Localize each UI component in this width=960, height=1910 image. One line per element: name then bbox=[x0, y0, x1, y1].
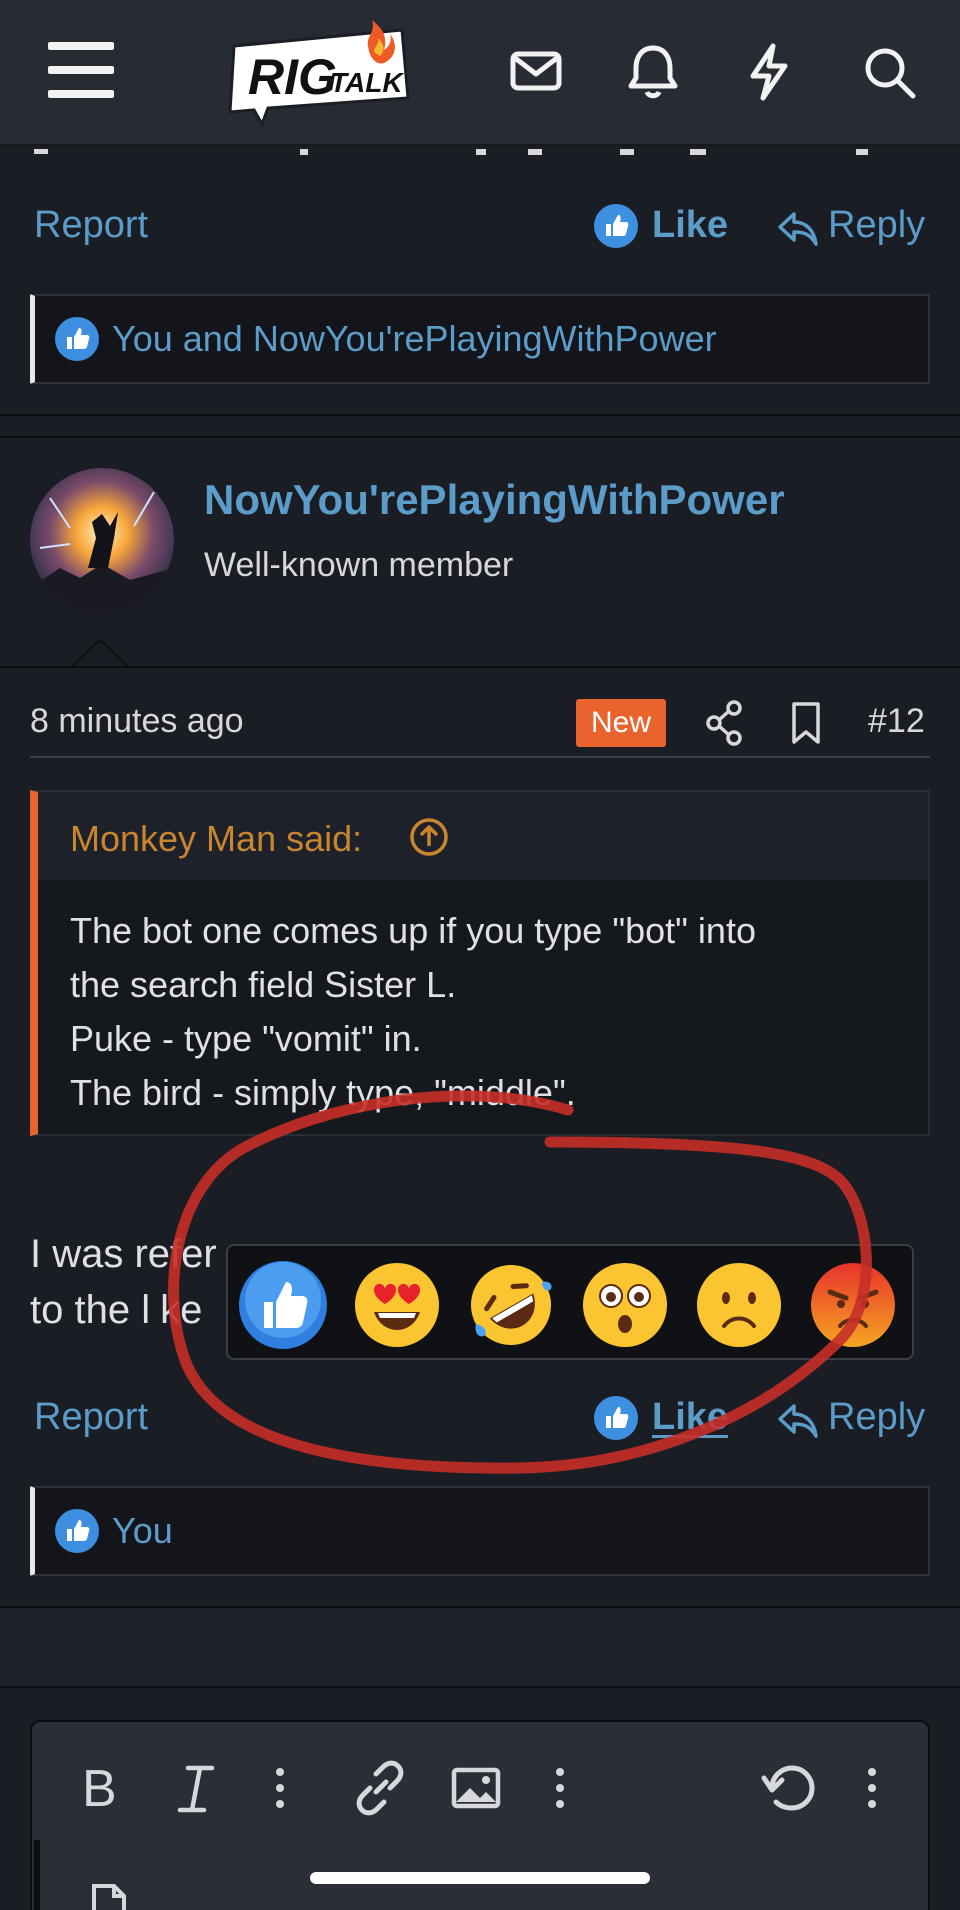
image-icon[interactable] bbox=[446, 1758, 506, 1818]
love-reaction-option[interactable] bbox=[352, 1260, 442, 1350]
post-body: I was refer to the l ke bbox=[30, 1226, 217, 1338]
like-reaction-icon bbox=[55, 1509, 99, 1553]
post-number[interactable]: #12 bbox=[868, 702, 925, 741]
reply-button[interactable]: Reply bbox=[828, 204, 925, 247]
reply-icon bbox=[776, 1398, 820, 1442]
like-button[interactable]: Like bbox=[652, 204, 728, 247]
user-title: Well-known member bbox=[204, 546, 514, 584]
menu-icon[interactable] bbox=[48, 42, 116, 100]
gap-band bbox=[0, 1608, 960, 1686]
post-body-line: I was refer bbox=[30, 1232, 217, 1276]
laugh-reaction-option[interactable] bbox=[466, 1260, 556, 1350]
user-avatar[interactable] bbox=[30, 468, 174, 612]
top-navbar bbox=[0, 0, 960, 146]
like-icon bbox=[594, 204, 638, 248]
bell-icon[interactable] bbox=[621, 40, 685, 104]
report-link[interactable]: Report bbox=[34, 204, 148, 247]
post-body-line: to the l ke bbox=[30, 1282, 217, 1338]
link-icon[interactable] bbox=[350, 1758, 410, 1818]
quote-line: the search field Sister L. bbox=[70, 964, 457, 1005]
lightning-icon[interactable] bbox=[737, 40, 801, 104]
reaction-picker bbox=[226, 1244, 914, 1360]
user-header-divider bbox=[0, 666, 960, 668]
new-badge: New bbox=[576, 699, 666, 747]
logo-main-text: RIG bbox=[248, 49, 337, 105]
like-reaction-icon bbox=[55, 317, 99, 361]
more-icon[interactable] bbox=[250, 1758, 310, 1818]
quote-text: The bot one comes up if you type "bot" i… bbox=[70, 904, 756, 1120]
bold-icon[interactable]: B bbox=[72, 1758, 132, 1818]
search-icon[interactable] bbox=[857, 40, 921, 104]
post-body-fragment: to the l bbox=[30, 1288, 151, 1332]
rigtalk-logo[interactable]: RIG TALK bbox=[220, 16, 416, 128]
post-top-border bbox=[0, 436, 960, 438]
clipped-text-strip bbox=[0, 146, 960, 156]
editor-left-edge bbox=[34, 1840, 40, 1910]
reactions-summary-text[interactable]: You and NowYou'rePlayingWithPower bbox=[112, 318, 717, 360]
quote-line: The bot one comes up if you type "bot" i… bbox=[70, 910, 756, 951]
meta-divider bbox=[30, 756, 930, 758]
quote-line: Puke - type "vomit" in. bbox=[70, 1018, 422, 1059]
svg-text:B: B bbox=[82, 1760, 117, 1818]
logo-sub-text: TALK bbox=[330, 67, 404, 98]
share-icon[interactable] bbox=[702, 698, 746, 748]
reactions-summary-text[interactable]: You bbox=[112, 1510, 173, 1552]
more-icon[interactable] bbox=[842, 1758, 902, 1818]
more-icon[interactable] bbox=[530, 1758, 590, 1818]
wow-reaction-option[interactable] bbox=[580, 1260, 670, 1350]
like-icon bbox=[594, 1396, 638, 1440]
document-icon[interactable] bbox=[88, 1882, 136, 1910]
report-link[interactable]: Report bbox=[34, 1396, 148, 1439]
angry-reaction-option[interactable] bbox=[808, 1260, 898, 1350]
sad-reaction-option[interactable] bbox=[694, 1260, 784, 1350]
post-body-fragment: ke bbox=[160, 1288, 203, 1332]
reply-button[interactable]: Reply bbox=[828, 1396, 925, 1439]
mail-icon[interactable] bbox=[505, 40, 569, 104]
post-divider bbox=[0, 414, 960, 416]
like-reaction-option[interactable] bbox=[238, 1260, 328, 1350]
undo-icon[interactable] bbox=[758, 1758, 818, 1818]
post-timestamp[interactable]: 8 minutes ago bbox=[30, 702, 244, 741]
quote-author[interactable]: Monkey Man said: bbox=[70, 818, 362, 860]
italic-icon[interactable] bbox=[166, 1758, 226, 1818]
like-button[interactable]: Like bbox=[652, 1396, 728, 1439]
bookmark-icon[interactable] bbox=[784, 698, 828, 748]
reply-icon bbox=[776, 206, 820, 250]
post-username[interactable]: NowYou'rePlayingWithPower bbox=[204, 476, 785, 524]
jump-to-quote-icon[interactable] bbox=[408, 816, 450, 858]
home-indicator[interactable] bbox=[310, 1872, 650, 1884]
quote-line: The bird - simply type, "middle". bbox=[70, 1072, 576, 1113]
